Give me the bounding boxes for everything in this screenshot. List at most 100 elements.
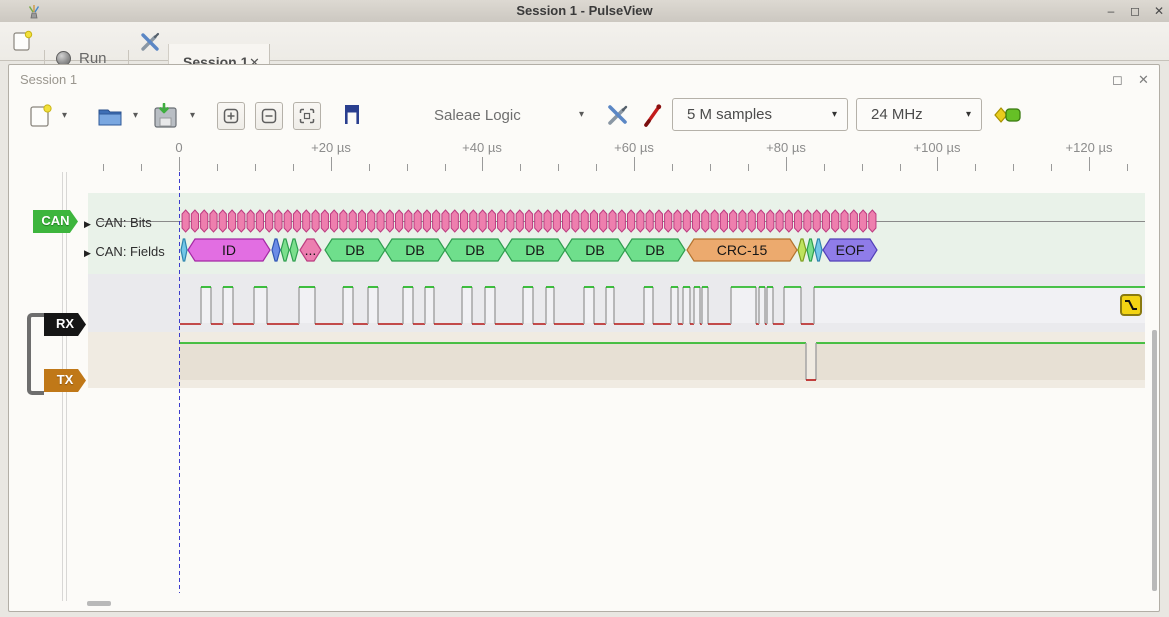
can-bit-annotation	[535, 210, 542, 232]
can-field-annotation[interactable]	[290, 239, 298, 261]
horizontal-scrollbar-handle[interactable]	[87, 601, 111, 606]
can-bit-annotation	[266, 210, 273, 232]
rx-pulse-fill	[343, 287, 353, 323]
can-bit-annotation	[284, 210, 291, 232]
can-bit-annotation	[293, 210, 300, 232]
tx-high-fill	[816, 343, 1145, 380]
can-bit-annotation	[544, 210, 551, 232]
rx-pulse-fill	[606, 287, 614, 323]
can-bit-annotation	[405, 210, 412, 232]
rx-pulse-fill	[523, 287, 533, 323]
can-bit-annotation	[386, 210, 393, 232]
can-bit-annotation	[460, 210, 467, 232]
rx-pulse-fill	[485, 287, 495, 323]
rx-pulse-fill	[201, 287, 211, 323]
can-bit-annotation	[238, 210, 245, 232]
can-bit-annotation	[210, 210, 217, 232]
rx-pulse-fill	[403, 287, 413, 323]
decoder-row-fields[interactable]: ▶ CAN: Fields	[84, 243, 165, 261]
can-field-label: DB	[645, 242, 664, 258]
can-bit-annotation	[859, 210, 866, 232]
rx-pulse-fill	[462, 287, 472, 323]
rx-pulse-fill	[767, 287, 773, 323]
rx-pulse-fill	[671, 287, 678, 323]
can-field-label: CRC-15	[717, 242, 768, 258]
can-bit-annotation	[451, 210, 458, 232]
can-bit-annotation	[201, 210, 208, 232]
rx-pulse-fill	[254, 287, 267, 323]
can-bit-annotation	[377, 210, 384, 232]
can-bit-annotation	[516, 210, 523, 232]
rx-pulse-fill	[784, 287, 801, 323]
can-bit-annotation	[627, 210, 634, 232]
can-bit-annotation	[321, 210, 328, 232]
can-bit-annotation	[711, 210, 718, 232]
fields-row-label: CAN: Fields	[95, 244, 164, 259]
trigger-marker-falling-edge[interactable]	[1120, 294, 1142, 316]
can-bit-annotation	[702, 210, 709, 232]
can-bit-annotation	[581, 210, 588, 232]
can-field-annotation[interactable]	[815, 239, 822, 261]
can-bit-annotation	[776, 210, 783, 232]
can-field-annotation[interactable]	[798, 239, 806, 261]
can-bit-annotation	[442, 210, 449, 232]
channel-tag-rx[interactable]: RX	[44, 313, 86, 336]
can-bit-annotation	[590, 210, 597, 232]
can-bit-annotation	[795, 210, 802, 232]
can-field-label: ...	[305, 242, 317, 258]
rx-pulse-fill	[223, 287, 233, 323]
can-bit-annotation	[340, 210, 347, 232]
rx-pulse-fill	[702, 287, 708, 323]
trace-view-canvas[interactable]: ID...DBDBDBDBDBDBCRC-15EOF	[0, 0, 1169, 617]
rx-pulse-fill	[425, 287, 434, 323]
expand-arrow-icon[interactable]: ▶	[84, 219, 91, 229]
can-field-label: DB	[465, 242, 484, 258]
can-bit-annotation	[312, 210, 319, 232]
rx-pulse-fill	[683, 287, 690, 323]
can-bit-annotation	[618, 210, 625, 232]
rx-pulse-fill	[814, 287, 1145, 323]
rx-pulse-fill	[546, 287, 554, 323]
can-bit-annotation	[191, 210, 198, 232]
pulseview-window: Session 1 - PulseView – ◻ ✕ Run Session …	[0, 0, 1169, 617]
can-bit-annotation	[256, 210, 263, 232]
vertical-scrollbar-handle[interactable]	[1152, 330, 1157, 591]
can-bit-annotation	[841, 210, 848, 232]
decoder-row-bits[interactable]: ▶ CAN: Bits	[84, 214, 152, 232]
can-field-label: DB	[585, 242, 604, 258]
can-field-annotation[interactable]	[807, 239, 814, 261]
can-field-annotation[interactable]	[272, 239, 280, 261]
rx-pulse-fill	[644, 287, 653, 323]
can-bit-annotation	[507, 210, 514, 232]
can-field-label: ID	[222, 242, 236, 258]
can-bit-annotation	[739, 210, 746, 232]
can-bit-annotation	[368, 210, 375, 232]
can-bit-annotation	[182, 210, 189, 232]
can-field-annotation[interactable]	[181, 239, 187, 261]
can-bit-annotation	[822, 210, 829, 232]
can-field-label: DB	[405, 242, 424, 258]
can-field-annotation[interactable]	[281, 239, 289, 261]
can-bit-annotation	[600, 210, 607, 232]
can-bit-annotation	[609, 210, 616, 232]
can-bit-annotation	[655, 210, 662, 232]
decoder-tag-can[interactable]: CAN	[33, 210, 78, 233]
rx-pulse-fill	[759, 287, 765, 323]
can-bit-annotation	[757, 210, 764, 232]
can-field-label: EOF	[836, 242, 865, 258]
can-bit-annotation	[331, 210, 338, 232]
can-bit-annotation	[303, 210, 310, 232]
rx-pulse-fill	[731, 287, 756, 323]
can-bit-annotation	[832, 210, 839, 232]
falling-edge-icon	[1124, 299, 1138, 311]
can-bit-annotation	[498, 210, 505, 232]
can-bit-annotation	[488, 210, 495, 232]
can-bit-annotation	[785, 210, 792, 232]
expand-arrow-icon[interactable]: ▶	[84, 248, 91, 258]
can-bit-annotation	[804, 210, 811, 232]
can-bit-annotation	[646, 210, 653, 232]
can-bit-annotation	[349, 210, 356, 232]
can-bit-annotation	[219, 210, 226, 232]
can-bit-annotation	[813, 210, 820, 232]
channel-tag-tx[interactable]: TX	[44, 369, 86, 392]
